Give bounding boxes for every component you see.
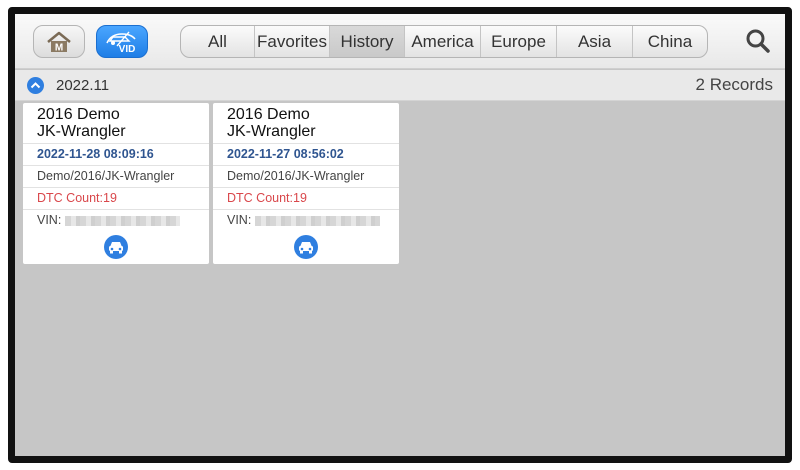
app-window: M VID All Favorites History America Euro… [8, 7, 792, 463]
card-vin-row: VIN: [23, 209, 209, 231]
vin-blurred-value [255, 215, 381, 226]
card-path: Demo/2016/JK-Wrangler [23, 165, 209, 187]
vid-button[interactable]: VID [96, 25, 148, 58]
tab-china[interactable]: China [632, 26, 707, 57]
tab-favorites[interactable]: Favorites [254, 26, 329, 57]
home-icon: M [47, 31, 71, 53]
tab-all[interactable]: All [181, 26, 254, 57]
card-title-line2: JK-Wrangler [227, 123, 316, 140]
records-count: 2 Records [695, 75, 773, 94]
card-datetime: 2022-11-27 08:56:02 [213, 143, 399, 165]
region-tabs: All Favorites History America Europe Asi… [180, 25, 708, 58]
vin-label: VIN: [37, 213, 62, 227]
car-icon [109, 242, 123, 254]
vid-icon: VID [106, 31, 136, 55]
car-button[interactable] [294, 235, 318, 259]
card-datetime: 2022-11-28 08:09:16 [23, 143, 209, 165]
card-title: 2016 Demo JK-Wrangler [227, 106, 387, 140]
tab-history[interactable]: History [329, 26, 404, 57]
vin-label: VIN: [227, 213, 252, 227]
card-title-line2: JK-Wrangler [37, 123, 126, 140]
search-icon [746, 29, 770, 53]
tab-europe[interactable]: Europe [480, 26, 556, 57]
car-icon [299, 242, 313, 254]
card-dtc-count: DTC Count:19 [213, 187, 399, 209]
date-group-header[interactable]: 2022.11 2 Records [15, 70, 785, 101]
card-title: 2016 Demo JK-Wrangler [37, 106, 197, 140]
tab-america[interactable]: America [404, 26, 480, 57]
tab-asia[interactable]: Asia [556, 26, 632, 57]
vid-label: VID [119, 44, 136, 55]
search-button[interactable] [743, 26, 773, 56]
car-button[interactable] [104, 235, 128, 259]
toolbar: M VID All Favorites History America Euro… [15, 14, 785, 69]
card-path: Demo/2016/JK-Wrangler [213, 165, 399, 187]
home-button[interactable]: M [33, 25, 85, 58]
card-title-line1: 2016 Demo [37, 106, 120, 123]
card-title-line1: 2016 Demo [227, 106, 310, 123]
home-logo-text: M [55, 42, 63, 53]
card-dtc-count: DTC Count:19 [23, 187, 209, 209]
group-date-label: 2022.11 [56, 77, 110, 94]
history-card[interactable]: 2016 Demo JK-Wrangler 2022-11-27 08:56:0… [213, 103, 399, 264]
vin-blurred-value [65, 215, 181, 226]
card-vin-row: VIN: [213, 209, 399, 231]
history-card[interactable]: 2016 Demo JK-Wrangler 2022-11-28 08:09:1… [23, 103, 209, 264]
collapse-up-icon[interactable] [27, 77, 44, 94]
